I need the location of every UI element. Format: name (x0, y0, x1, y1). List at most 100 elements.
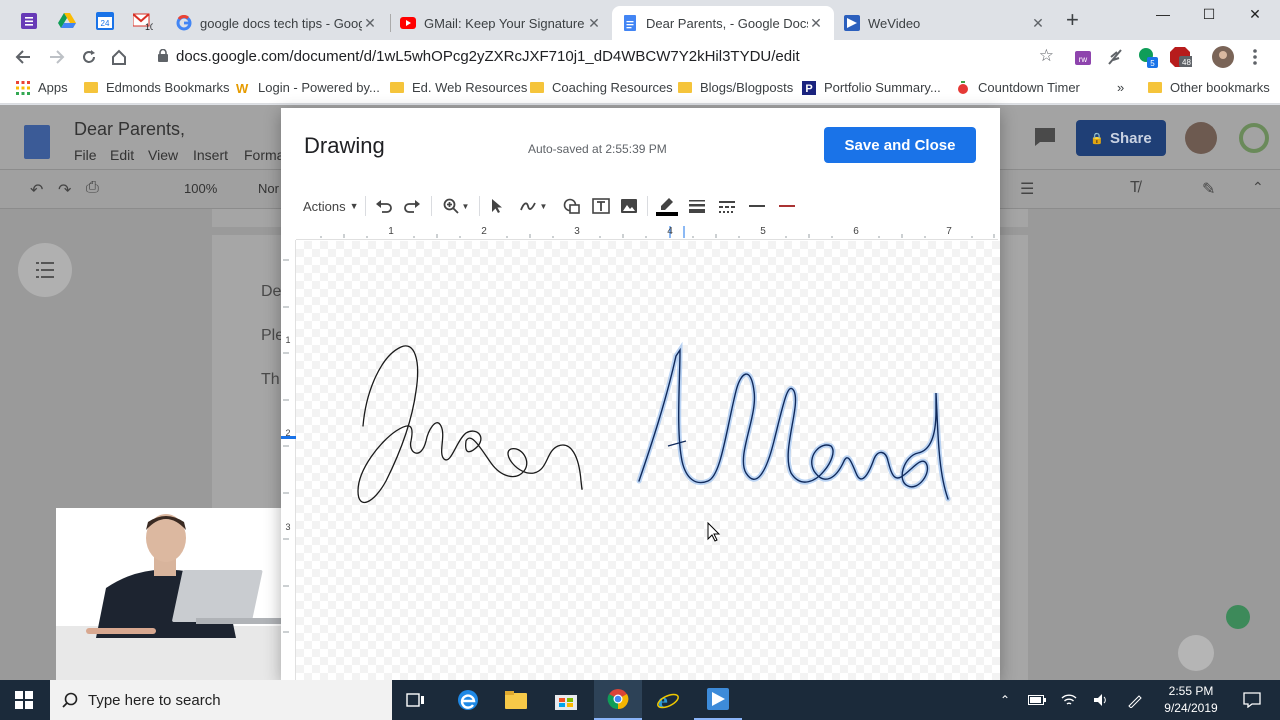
volume-icon[interactable] (1086, 680, 1116, 720)
menu-format[interactable]: Forma (244, 147, 284, 163)
docs-logo-icon[interactable] (24, 125, 50, 159)
menu-edit[interactable]: Edit (110, 147, 134, 163)
shape-tool-button[interactable] (561, 194, 583, 218)
close-window-button[interactable]: ✕ (1232, 0, 1278, 28)
style-select[interactable]: Nor (258, 181, 279, 196)
bookmark-login[interactable]: W Login - Powered by... (236, 80, 380, 95)
wifi-icon[interactable] (1054, 680, 1084, 720)
bookmark-star-icon[interactable]: ☆ (1039, 46, 1054, 66)
chrome-menu-button[interactable] (1244, 46, 1266, 68)
battery-icon[interactable] (1022, 680, 1052, 720)
edit-mode-icon[interactable]: ✎ (1202, 179, 1215, 199)
bookmark-portfolio[interactable]: P Portfolio Summary... (802, 80, 941, 95)
taskbar-file-explorer[interactable] (492, 680, 540, 720)
bookmarks-overflow-icon[interactable]: » (1117, 80, 1124, 95)
line-weight-button[interactable] (685, 194, 709, 218)
maximize-button[interactable]: ☐ (1186, 0, 1232, 28)
google-apps-icon[interactable] (1238, 122, 1270, 154)
line-color-button[interactable] (655, 194, 679, 218)
tab-wevideo[interactable]: WeVideo ✕ (834, 6, 1056, 40)
taskbar-edge[interactable] (444, 680, 492, 720)
address-bar[interactable]: docs.google.com/document/d/1wL5whOPcg2yZ… (144, 42, 1064, 70)
close-icon[interactable]: ✕ (808, 15, 824, 32)
comments-icon[interactable] (1034, 127, 1056, 147)
close-icon[interactable]: ✕ (586, 15, 602, 32)
start-button[interactable] (0, 680, 48, 720)
actions-menu-button[interactable]: Actions ▼ (303, 194, 359, 218)
share-button[interactable]: 🔒 Share (1076, 120, 1166, 156)
home-button[interactable] (108, 46, 130, 68)
text-box-button[interactable] (590, 194, 612, 218)
document-title[interactable]: Dear Parents, (74, 119, 185, 140)
store-icon (555, 695, 577, 710)
bookmark-blogs[interactable]: Blogs/Blogposts (678, 80, 793, 95)
chevron-up-icon[interactable]: ⌃ (1252, 179, 1264, 196)
undo-icon[interactable]: ↶ (30, 180, 43, 200)
taskbar-search[interactable]: Type here to search (50, 680, 392, 720)
tab-gmail-signature[interactable]: GMail: Keep Your Signature N ✕ (390, 6, 612, 40)
signature-first-name[interactable] (357, 345, 583, 504)
save-and-close-button[interactable]: Save and Close (824, 127, 976, 163)
menu-file[interactable]: File (74, 147, 97, 163)
back-button[interactable] (12, 46, 34, 68)
zoom-select[interactable]: 100% (184, 181, 217, 196)
select-tool-button[interactable] (487, 194, 507, 218)
ext-rw-icon[interactable]: rw (1072, 46, 1094, 68)
pinned-tab-calendar[interactable]: 24 (90, 8, 120, 34)
pen-workspace-icon[interactable] (1120, 680, 1150, 720)
explore-button[interactable] (1178, 635, 1214, 671)
tab-google-docs[interactable]: Dear Parents, - Google Docs ✕ (612, 6, 834, 40)
task-view-button[interactable] (392, 680, 440, 720)
pinned-tab-drive[interactable] (52, 8, 82, 34)
ext-feather-icon[interactable] (1104, 46, 1126, 68)
clear-format-icon[interactable]: T̸ (1130, 179, 1140, 197)
tab-google-search[interactable]: google docs tech tips - Google ✕ (166, 6, 388, 40)
system-clock[interactable]: 2:55 PM 9/24/2019 (1158, 683, 1224, 717)
show-hidden-icons[interactable]: ⌃ (990, 680, 1020, 720)
taskbar-chrome[interactable] (594, 680, 642, 720)
line-start-button[interactable] (745, 194, 769, 218)
user-avatar[interactable] (1185, 122, 1217, 154)
print-icon[interactable]: ⎙ (86, 179, 99, 197)
bookmark-countdown[interactable]: Countdown Timer (956, 80, 1080, 95)
list-icon[interactable]: ☰ (1020, 179, 1034, 199)
ie-icon: e (657, 689, 679, 711)
action-center-button[interactable] (1232, 680, 1272, 720)
new-tab-button[interactable]: + (1066, 9, 1079, 31)
redo-button[interactable] (401, 194, 423, 218)
bookmark-coaching[interactable]: Coaching Resources (530, 80, 673, 95)
grammarly-icon[interactable] (1226, 605, 1250, 629)
insert-image-button[interactable] (618, 194, 640, 218)
menu-view[interactable]: View (148, 147, 178, 163)
taskbar-wevideo[interactable] (694, 680, 742, 720)
drawing-canvas[interactable] (296, 241, 1000, 680)
undo-button[interactable] (373, 194, 395, 218)
taskbar-internet-explorer[interactable]: e (644, 680, 692, 720)
pinned-tab-gmail[interactable]: 10 (128, 8, 158, 34)
bookmark-apps[interactable]: Apps (16, 80, 68, 95)
pinned-tab-forms[interactable] (14, 8, 44, 34)
ext-green-icon[interactable]: 5 (1136, 46, 1158, 68)
taskbar-store[interactable] (542, 680, 590, 720)
bookmark-edmonds[interactable]: Edmonds Bookmarks (84, 80, 230, 95)
line-dash-button[interactable] (715, 194, 739, 218)
signature-drawing[interactable] (296, 241, 1000, 680)
bookmark-ed-web[interactable]: Ed. Web Resources (390, 80, 527, 95)
ext-red-icon[interactable]: 48 (1170, 46, 1192, 68)
document-outline-button[interactable] (18, 243, 72, 297)
ruler-label: 5 (760, 226, 766, 237)
chevron-down-icon: ▼ (539, 201, 548, 211)
forward-button[interactable] (46, 46, 68, 68)
bookmark-other[interactable]: Other bookmarks (1148, 80, 1270, 95)
signature-last-name[interactable] (636, 341, 951, 502)
zoom-button[interactable]: ▼ (439, 194, 473, 218)
minimize-button[interactable]: — (1140, 0, 1186, 28)
reload-button[interactable] (78, 46, 100, 68)
line-end-button[interactable] (775, 194, 799, 218)
redo-icon[interactable]: ↷ (58, 180, 71, 200)
menu-insert[interactable]: Insert (193, 147, 228, 163)
close-icon[interactable]: ✕ (1030, 15, 1046, 32)
close-icon[interactable]: ✕ (362, 15, 378, 32)
profile-avatar[interactable] (1212, 46, 1234, 68)
line-tool-button[interactable]: ▼ (515, 194, 551, 218)
